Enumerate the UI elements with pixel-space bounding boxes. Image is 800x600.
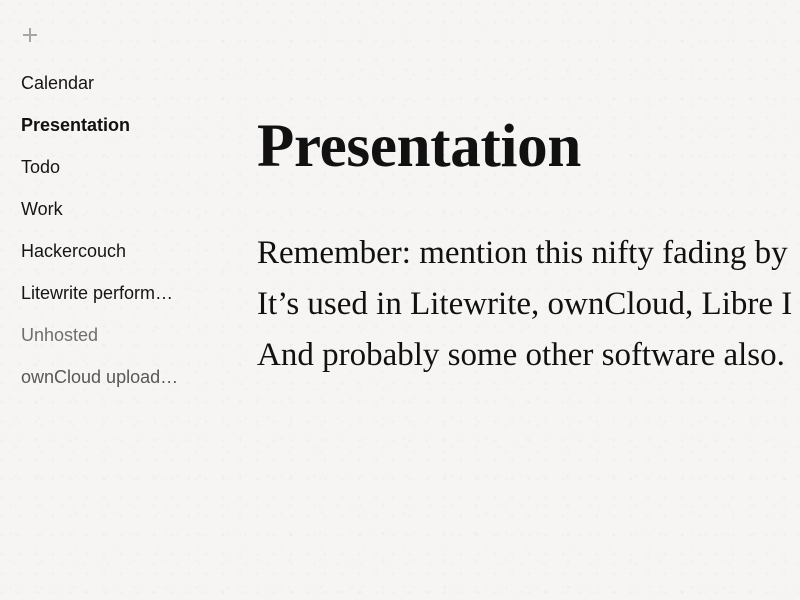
document-editor[interactable]: Presentation Remember: mention this nift… xyxy=(257,108,800,600)
content-line[interactable]: It’s used in Litewrite, ownCloud, Libre … xyxy=(257,279,800,330)
sidebar-item-presentation[interactable]: Presentation xyxy=(0,104,210,146)
sidebar: Calendar Presentation Todo Work Hackerco… xyxy=(0,0,210,600)
sidebar-item-todo[interactable]: Todo xyxy=(0,146,210,188)
sidebar-item-owncloud-upload[interactable]: ownCloud upload… xyxy=(0,356,210,398)
plus-icon xyxy=(23,28,37,42)
document-list: Calendar Presentation Todo Work Hackerco… xyxy=(0,62,210,398)
add-document-button[interactable] xyxy=(18,23,42,47)
sidebar-item-calendar[interactable]: Calendar xyxy=(0,62,210,104)
sidebar-item-litewrite-performance[interactable]: Litewrite perform… xyxy=(0,272,210,314)
document-title[interactable]: Presentation xyxy=(257,108,800,186)
sidebar-item-unhosted[interactable]: Unhosted xyxy=(0,314,210,356)
sidebar-item-work[interactable]: Work xyxy=(0,188,210,230)
document-content[interactable]: Remember: mention this nifty fading by I… xyxy=(257,228,800,381)
sidebar-item-hackercouch[interactable]: Hackercouch xyxy=(0,230,210,272)
content-line[interactable]: And probably some other software also. xyxy=(257,330,800,381)
content-line[interactable]: Remember: mention this nifty fading by xyxy=(257,228,800,279)
